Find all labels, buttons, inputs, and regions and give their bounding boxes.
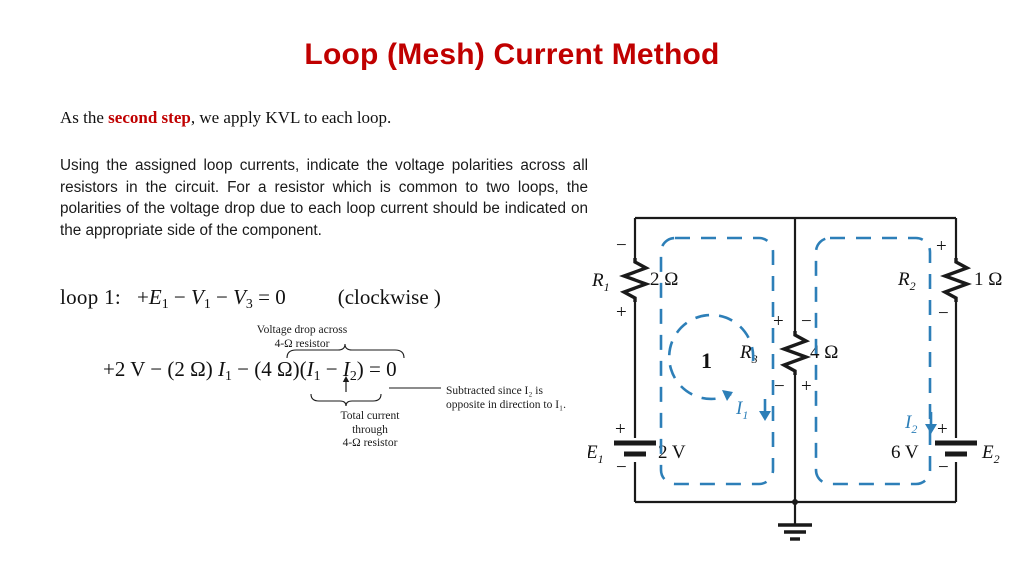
current-i1-label: I1 [735, 398, 748, 422]
intro-highlight: second step [108, 108, 191, 127]
annotation-subtracted: Subtracted since I₂ is opposite in direc… [446, 385, 596, 412]
eq1-v3-sub: 3 [245, 295, 253, 311]
ground-icon [778, 523, 812, 541]
annotation-total-current-line1: Total current [340, 410, 400, 422]
annotation-subtracted-line2: opposite in direction to I₁. [446, 398, 566, 411]
eq2-i1b: I [306, 357, 314, 381]
eq2-inner-minus: − [325, 357, 338, 381]
eq1-equals: = 0 [258, 285, 286, 309]
eq2-i1-sub: 1 [224, 367, 232, 383]
body-paragraph: Using the assigned loop currents, indica… [60, 157, 588, 239]
resistor-r2-polarity-bottom: − [938, 303, 949, 324]
eq2-op1: − [150, 357, 163, 381]
battery-e2 [935, 440, 977, 457]
battery-e1-polarity-bottom: − [616, 457, 627, 478]
eq1-minus2: − [216, 285, 228, 309]
eq2-r1-term: (2 Ω) [167, 357, 213, 381]
current-i1-arrow [759, 399, 771, 421]
resistor-r2-value: 1 Ω [974, 269, 1002, 290]
eq1-v3: V [233, 285, 246, 309]
resistor-r2-polarity-top: + [936, 236, 947, 257]
resistor-r3-name: R3 [739, 342, 758, 366]
annotation-total-current-line3: 4-Ω resistor [342, 437, 398, 449]
resistor-r3-polarity-bottom-right: + [801, 376, 812, 397]
eq1-plus: + [137, 285, 149, 309]
battery-e1-polarity-top: + [615, 419, 626, 440]
eq1-note: (clockwise ) [337, 285, 441, 309]
eq2-op2: − [237, 357, 249, 381]
resistor-r3-polarity-top-right: − [801, 311, 812, 332]
eq2-equals: = 0 [369, 357, 397, 381]
resistor-r1-polarity-bottom: + [616, 302, 627, 323]
eq2-paren-open: ( [299, 357, 307, 381]
battery-e2-polarity-bottom: − [938, 457, 949, 478]
equation-block: loop 1: +E1 − V1 − V3 = 0 (clockwise ) +2 … [60, 285, 600, 383]
battery-e1 [614, 440, 656, 457]
current-i2-label: I2 [904, 412, 917, 436]
annotation-total-current-line2: through [352, 423, 388, 436]
resistor-r3 [779, 331, 811, 375]
mesh-loop-1-label: 1 [701, 348, 712, 373]
intro-before: As the [60, 108, 109, 127]
resistor-r1 [619, 258, 651, 302]
battery-e2-value: 6 V [891, 442, 919, 463]
eq2-term1: +2 V [103, 357, 145, 381]
eq2-i2-sub: 2 [349, 367, 357, 383]
annotation-voltage-drop-line1: Voltage drop across [256, 324, 348, 336]
eq1-e1: E [148, 285, 162, 309]
resistor-r3-value: 4 Ω [810, 342, 838, 363]
intro-after: , we apply KVL to each loop. [190, 108, 392, 127]
resistor-r3-polarity-top-left: + [773, 311, 784, 332]
resistor-r2 [940, 258, 972, 302]
eq1-v1-sub: 1 [203, 295, 211, 311]
slide-canvas: Loop (Mesh) Current Method As the second… [0, 0, 1024, 576]
eq1-e1-sub: 1 [161, 295, 169, 311]
current-i2-arrow [925, 412, 937, 434]
battery-e2-name: E2 [981, 442, 1000, 466]
resistor-r1-value: 2 Ω [650, 269, 678, 290]
resistor-r3-polarity-bottom-left: − [774, 376, 785, 397]
eq2-i2: I [342, 357, 350, 381]
circuit-diagram: R1 2 Ω − + R2 1 Ω + − R3 4 Ω + − − + 1 2… [588, 196, 1024, 568]
page-title: Loop (Mesh) Current Method [304, 38, 720, 71]
equation-loop1-expanded: +2 V − (2 Ω) I1 − (4 Ω)(I1 − I2) = 0 [103, 357, 397, 384]
resistor-r2-name: R2 [897, 269, 916, 293]
eq2-paren-close: ) [356, 357, 364, 381]
resistor-r1-polarity-top: − [616, 235, 627, 256]
annotation-voltage-drop-line2: 4-Ω resistor [274, 337, 330, 350]
equation-loop1-label: loop 1: [60, 285, 122, 309]
equation-loop1: loop 1: +E1 − V1 − V3 = 0 (clockwise ) [60, 285, 600, 312]
resistor-r1-name: R1 [591, 270, 610, 294]
eq2-r3-term: (4 Ω) [254, 357, 300, 381]
node-dot [792, 499, 798, 505]
eq2-i1b-sub: 1 [313, 367, 321, 383]
eq1-v1: V [190, 285, 204, 309]
eq2-i1: I [217, 357, 225, 381]
annotation-total-current: Total current through 4-Ω resistor [300, 410, 440, 451]
intro-line: As the second step, we apply KVL to each… [60, 108, 620, 128]
annotation-subtracted-line1: Subtracted since I₂ is [446, 385, 543, 397]
eq1-minus1: − [173, 285, 186, 309]
battery-e1-name: E1 [588, 442, 604, 466]
battery-e2-polarity-top: + [937, 419, 948, 440]
annotation-voltage-drop: Voltage drop across 4-Ω resistor [222, 324, 382, 351]
